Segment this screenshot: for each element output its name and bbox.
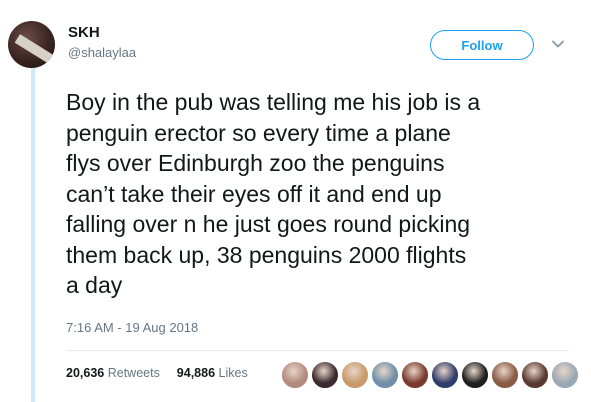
tweet-timestamp[interactable]: 7:16 AM - 19 Aug 2018 [66,320,198,335]
avatar-sash-decoration [14,34,55,66]
liker-avatar[interactable] [371,361,399,389]
follow-button[interactable]: Follow [430,30,534,60]
liker-avatar[interactable] [461,361,489,389]
user-handle[interactable]: @shalaylaa [68,45,136,60]
liker-avatar[interactable] [311,361,339,389]
liker-avatar[interactable] [401,361,429,389]
thread-line [31,68,35,402]
liker-avatar[interactable] [521,361,549,389]
liker-avatar[interactable] [431,361,459,389]
liker-avatar[interactable] [281,361,309,389]
tweet-text: Boy in the pub was telling me his job is… [66,89,481,298]
liker-avatars [281,361,581,389]
retweets-label[interactable]: Retweets [108,366,160,380]
liker-avatar[interactable] [491,361,519,389]
chevron-down-icon[interactable] [550,36,566,52]
retweets-count[interactable]: 20,636 [66,366,104,380]
divider [66,350,569,351]
likes-count[interactable]: 94,886 [177,366,215,380]
likes-label[interactable]: Likes [219,366,248,380]
liker-avatar[interactable] [341,361,369,389]
display-name[interactable]: SKH [68,24,100,41]
liker-avatar[interactable] [551,361,579,389]
tweet-stats: 20,636 Retweets 94,886 Likes [66,366,248,380]
user-avatar[interactable] [8,21,55,68]
